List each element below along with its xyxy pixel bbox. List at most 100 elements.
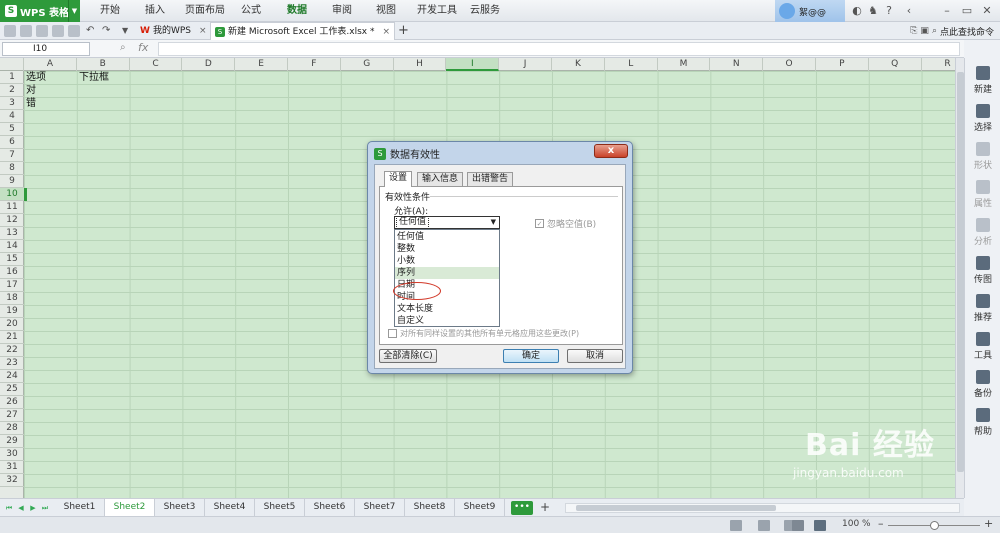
side-panel-help[interactable]: 帮助 xyxy=(965,408,1000,437)
vertical-scroll-thumb[interactable] xyxy=(957,72,964,472)
row-header-16[interactable]: 16 xyxy=(0,266,24,279)
row-header-22[interactable]: 22 xyxy=(0,344,24,357)
restore-icon[interactable]: ▭ xyxy=(960,4,974,18)
row-header-1[interactable]: 1 xyxy=(0,71,24,84)
shirt-icon[interactable]: ♞ xyxy=(866,4,880,18)
column-header-Q[interactable]: Q xyxy=(869,58,922,71)
cancel-button[interactable]: 取消 xyxy=(567,349,623,363)
sheet-tab-sheet1[interactable]: Sheet1 xyxy=(55,499,105,517)
zoom-search-icon[interactable]: ⌕ xyxy=(120,42,126,53)
ok-button[interactable]: 确定 xyxy=(503,349,559,363)
reading-view-icon[interactable] xyxy=(792,520,804,531)
checkbox-checked-icon[interactable]: ✓ xyxy=(535,219,544,228)
column-header-K[interactable]: K xyxy=(552,58,605,71)
row-header-6[interactable]: 6 xyxy=(0,136,24,149)
formula-input[interactable] xyxy=(158,42,960,56)
column-header-D[interactable]: D xyxy=(182,58,236,71)
first-sheet-icon[interactable]: ⏮ xyxy=(4,503,14,513)
allow-options-list[interactable]: 任何值 整数 小数 序列 日期 时间 文本长度 自定义 xyxy=(394,229,500,327)
normal-view-icon[interactable] xyxy=(730,520,742,531)
column-header-B[interactable]: B xyxy=(77,58,130,71)
cell-A3[interactable]: 错 xyxy=(26,97,36,110)
close-icon[interactable]: ✕ xyxy=(980,4,994,18)
row-header-23[interactable]: 23 xyxy=(0,357,24,370)
print-preview-icon[interactable] xyxy=(68,25,80,37)
sheet-tab-sheet6[interactable]: Sheet6 xyxy=(305,499,355,517)
row-header-30[interactable]: 30 xyxy=(0,448,24,461)
vertical-scrollbar[interactable] xyxy=(955,58,964,498)
print-icon[interactable] xyxy=(52,25,64,37)
row-header-3[interactable]: 3 xyxy=(0,97,24,110)
tab-view[interactable]: 视图 xyxy=(376,0,396,22)
side-panel-select[interactable]: 选择 xyxy=(965,104,1000,133)
prev-sheet-icon[interactable]: ◀ xyxy=(16,503,26,513)
help-icon[interactable]: ? xyxy=(882,4,896,18)
page-break-view-icon[interactable] xyxy=(758,520,770,531)
column-header-O[interactable]: O xyxy=(763,58,816,71)
column-header-J[interactable]: J xyxy=(499,58,552,71)
allow-option[interactable]: 整数 xyxy=(395,243,499,255)
row-header-14[interactable]: 14 xyxy=(0,240,24,253)
tab-insert[interactable]: 插入 xyxy=(145,0,165,22)
eye-protection-icon[interactable] xyxy=(814,520,826,531)
sheet-tab-sheet2[interactable]: Sheet2 xyxy=(105,499,155,517)
row-header-24[interactable]: 24 xyxy=(0,370,24,383)
row-header-25[interactable]: 25 xyxy=(0,383,24,396)
column-header-C[interactable]: C xyxy=(130,58,183,71)
minimize-icon[interactable]: – xyxy=(940,4,954,18)
row-header-20[interactable]: 20 xyxy=(0,318,24,331)
row-header-10[interactable]: 10 xyxy=(0,188,24,201)
row-header-19[interactable]: 19 xyxy=(0,305,24,318)
tab-cloud[interactable]: 云服务 xyxy=(470,0,500,22)
column-header-A[interactable]: A xyxy=(24,58,77,71)
column-header-R[interactable]: R xyxy=(922,58,955,71)
close-icon[interactable]: × xyxy=(199,22,207,40)
redo-icon[interactable]: ↷ xyxy=(102,25,114,37)
row-header-13[interactable]: 13 xyxy=(0,227,24,240)
allow-option[interactable]: 序列 xyxy=(395,267,499,279)
side-panel-tools[interactable]: 工具 xyxy=(965,332,1000,361)
new-file-icon[interactable] xyxy=(4,25,16,37)
clear-all-button[interactable]: 全部清除(C) xyxy=(379,349,437,363)
horizontal-scroll-thumb[interactable] xyxy=(576,505,776,511)
screen-icon[interactable]: ⎘ xyxy=(910,26,917,36)
column-header-F[interactable]: F xyxy=(288,58,341,71)
apply-all-checkbox[interactable]: 对所有同样设置的其他所有单元格应用这些更改(P) xyxy=(388,328,579,339)
app-menu-button[interactable]: S WPS 表格 ▼ xyxy=(0,0,80,22)
function-icon[interactable]: fx xyxy=(138,41,148,54)
side-panel-backup[interactable]: 备份 xyxy=(965,370,1000,399)
tab-home[interactable]: 开始 xyxy=(100,0,120,22)
column-header-H[interactable]: H xyxy=(394,58,447,71)
column-header-G[interactable]: G xyxy=(341,58,394,71)
row-header-26[interactable]: 26 xyxy=(0,396,24,409)
tab-error-alert[interactable]: 出错警告 xyxy=(467,172,514,186)
tab-data[interactable]: 数据 xyxy=(287,0,307,22)
row-header-2[interactable]: 2 xyxy=(0,84,24,97)
tab-input-message[interactable]: 输入信息 xyxy=(417,172,464,186)
chevron-down-icon[interactable]: ▼ xyxy=(491,217,496,228)
add-sheet-button[interactable]: + xyxy=(538,500,552,516)
dialog-close-button[interactable]: x xyxy=(594,144,628,158)
allow-dropdown[interactable]: 任何值 ▼ xyxy=(394,216,500,229)
sheet-tab-sheet9[interactable]: Sheet9 xyxy=(455,499,505,517)
row-header-31[interactable]: 31 xyxy=(0,461,24,474)
tab-settings[interactable]: 设置 xyxy=(384,171,413,187)
chevron-down-icon[interactable]: ▼ xyxy=(68,0,80,22)
tab-review[interactable]: 审阅 xyxy=(332,0,352,22)
next-sheet-icon[interactable]: ▶ xyxy=(28,503,38,513)
more-sheets-button[interactable]: ••• xyxy=(511,501,533,515)
allow-option[interactable]: 任何值 xyxy=(395,231,499,243)
allow-option[interactable]: 小数 xyxy=(395,255,499,267)
column-header-E[interactable]: E xyxy=(235,58,288,71)
row-header-8[interactable]: 8 xyxy=(0,162,24,175)
row-header-12[interactable]: 12 xyxy=(0,214,24,227)
tab-developer[interactable]: 开发工具 xyxy=(417,0,457,22)
last-sheet-icon[interactable]: ⏭ xyxy=(40,503,50,513)
cell-A1[interactable]: 选项 xyxy=(26,71,46,84)
name-box[interactable]: I10 xyxy=(2,42,90,56)
allow-option[interactable]: 文本长度 xyxy=(395,303,499,315)
side-panel-new[interactable]: 新建 xyxy=(965,66,1000,95)
ignore-blank-checkbox[interactable]: ✓ 忽略空值(B) xyxy=(535,217,596,230)
column-header-M[interactable]: M xyxy=(658,58,711,71)
row-header-4[interactable]: 4 xyxy=(0,110,24,123)
